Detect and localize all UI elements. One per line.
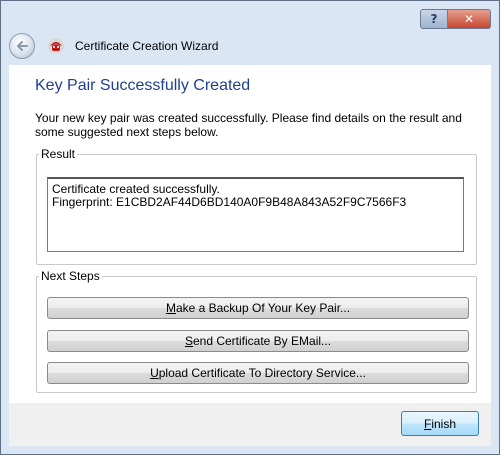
- upload-certificate-button[interactable]: Upload Certificate To Directory Service.…: [47, 362, 469, 384]
- result-group-label: Result: [41, 147, 76, 161]
- backup-key-pair-button[interactable]: Make a Backup Of Your Key Pair...: [47, 297, 469, 319]
- email-label: end Certificate By EMail...: [192, 334, 332, 348]
- result-group: Result Certificate created successfully.…: [36, 147, 477, 265]
- wizard-header: Certificate Creation Wizard: [9, 29, 218, 63]
- back-button[interactable]: [9, 33, 35, 59]
- upload-label: pload Certificate To Directory Service..…: [158, 366, 366, 380]
- send-certificate-email-button[interactable]: Send Certificate By EMail...: [47, 330, 469, 352]
- intro-text: Your new key pair was created successful…: [35, 111, 462, 139]
- email-mnemonic: S: [184, 334, 193, 348]
- close-button[interactable]: ✕: [448, 9, 491, 29]
- backup-mnemonic: M: [165, 301, 176, 315]
- result-line-fingerprint: Fingerprint: E1CBD2AF44D6BD140A0F9B48A84…: [52, 195, 407, 209]
- window-title: Certificate Creation Wizard: [75, 39, 219, 53]
- result-text-area[interactable]: Certificate created successfully. Finger…: [47, 177, 464, 252]
- finish-label: inish: [431, 416, 457, 431]
- wizard-footer: Finish: [9, 403, 491, 446]
- help-button[interactable]: ?: [420, 9, 448, 29]
- caption-buttons: ? ✕: [420, 9, 491, 29]
- finish-button[interactable]: Finish: [401, 411, 479, 436]
- backup-label: ake a Backup Of Your Key Pair...: [175, 301, 351, 315]
- upload-mnemonic: U: [150, 366, 159, 380]
- next-steps-group: Next Steps Make a Backup Of Your Key Pai…: [36, 269, 477, 393]
- finish-mnemonic: F: [423, 416, 432, 431]
- page-title: Key Pair Successfully Created: [35, 77, 251, 94]
- wizard-content: Key Pair Successfully Created Your new k…: [9, 65, 491, 403]
- next-steps-group-label: Next Steps: [41, 269, 100, 283]
- kleopatra-app-icon: [48, 38, 64, 54]
- wizard-window: ? ✕ Certificate Creation Wizard Key Pair…: [0, 0, 500, 455]
- back-arrow-icon: [17, 41, 28, 51]
